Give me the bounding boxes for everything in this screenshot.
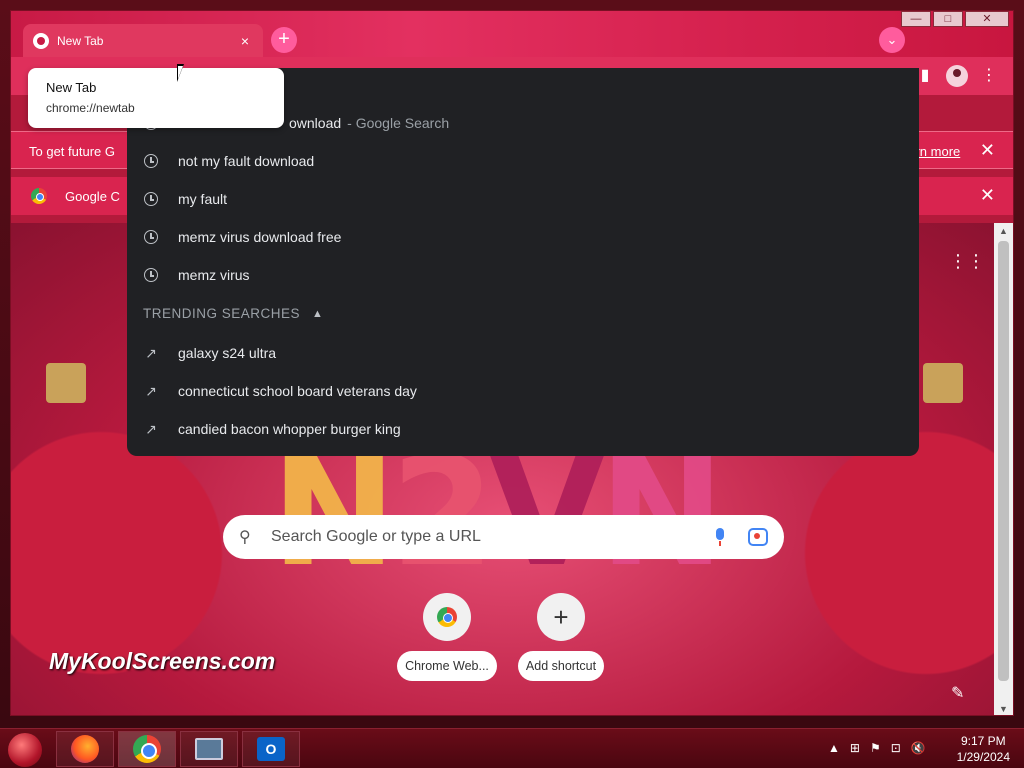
taskbar-chrome[interactable] (118, 731, 176, 767)
suggestion-trending[interactable]: ↗ candied bacon whopper burger king (127, 410, 919, 448)
hovercard-title: New Tab (46, 80, 97, 95)
shortcut-add[interactable]: + Add shortcut (509, 593, 613, 681)
volume-muted-icon[interactable]: 🔇 (911, 741, 926, 755)
taskbar: O ▲ ⊞ ⚑ ⊡ 🔇 9:17 PM 1/29/2024 (0, 728, 1024, 768)
taskbar-outlook[interactable]: O (242, 731, 300, 767)
apps-grid-icon[interactable]: ⋮⋮ (949, 251, 985, 272)
close-window-button[interactable]: ✕ (965, 11, 1009, 27)
page-scrollbar[interactable]: ▲ ▼ (994, 223, 1013, 715)
suggestion-history[interactable]: memz virus download free (127, 218, 919, 256)
keyboard-icon[interactable]: ⊞ (850, 741, 860, 755)
mouse-cursor-icon (177, 64, 184, 82)
chrome-web-store-icon (423, 593, 471, 641)
customize-pencil-icon[interactable]: ✎ (951, 683, 964, 703)
tab-search-button[interactable]: ⌄ (879, 27, 905, 53)
trending-icon: ↗ (145, 420, 157, 437)
start-button[interactable] (8, 733, 42, 767)
scroll-down-icon[interactable]: ▼ (994, 701, 1013, 715)
chrome-icon (33, 32, 49, 49)
clock-icon (144, 154, 158, 168)
microphone-icon[interactable] (710, 527, 730, 547)
chrome-icon (31, 188, 47, 204)
ornament-icon (46, 363, 86, 403)
chrome-icon (133, 735, 161, 763)
infobar-text: To get future G (29, 144, 115, 159)
trending-icon: ↗ (145, 382, 157, 399)
ornament-icon (923, 363, 963, 403)
doodle-logo[interactable]: N2VN (271, 438, 811, 588)
menu-icon[interactable]: ⋮ (978, 65, 1000, 87)
suggestion-history[interactable]: memz virus (127, 256, 919, 294)
taskbar-remote-desktop[interactable] (180, 731, 238, 767)
system-tray: ▲ ⊞ ⚑ ⊡ 🔇 (828, 741, 926, 755)
suggestion-history[interactable]: my fault (127, 180, 919, 218)
suggestion-trending[interactable]: ↗ galaxy s24 ultra (127, 334, 919, 372)
shortcut-chrome-web-store[interactable]: Chrome Web... (395, 593, 499, 681)
tab-strip: New Tab × + ⌄ — □ ✕ (11, 11, 1013, 57)
scroll-up-icon[interactable]: ▲ (994, 223, 1013, 239)
clock-time: 9:17 PM (960, 734, 1006, 748)
watermark: MyKoolScreens.com (49, 648, 276, 674)
infobar-close-icon[interactable]: ✕ (980, 140, 995, 161)
clock-icon (144, 230, 158, 244)
tab-new-tab[interactable]: New Tab × (23, 24, 263, 57)
chevron-up-icon[interactable]: ▲ (312, 308, 323, 320)
search-input[interactable] (271, 528, 710, 546)
suggestion-history[interactable]: not my fault download (127, 142, 919, 180)
search-icon: ⚲ (239, 529, 251, 546)
outlook-icon: O (257, 737, 285, 761)
scrollbar-thumb[interactable] (998, 241, 1009, 681)
action-center-flag-icon[interactable]: ⚑ (870, 741, 881, 755)
minimize-button[interactable]: — (901, 11, 931, 27)
new-tab-button[interactable]: + (271, 27, 297, 53)
tab-title: New Tab (57, 33, 104, 48)
clock-icon (144, 192, 158, 206)
clock-date: 1/29/2024 (956, 750, 1010, 764)
ntp-search-box[interactable]: ⚲ (223, 515, 784, 559)
tab-close-button[interactable]: × (237, 33, 253, 49)
window-controls: — □ ✕ (899, 11, 1009, 27)
firefox-icon (71, 735, 99, 763)
infobar-text: Google C (65, 189, 120, 204)
suggestion-trending[interactable]: ↗ connecticut school board veterans day (127, 372, 919, 410)
infobar-close-icon[interactable]: ✕ (980, 185, 995, 206)
shortcut-label: Chrome Web... (397, 651, 497, 681)
plus-icon: + (537, 593, 585, 641)
profile-icon[interactable] (946, 65, 968, 87)
taskbar-clock[interactable]: 9:17 PM 1/29/2024 (957, 733, 1010, 765)
show-hidden-icons-icon[interactable]: ▲ (828, 741, 840, 755)
maximize-button[interactable]: □ (933, 11, 963, 27)
tab-hover-card: New Tab chrome://newtab (28, 68, 284, 128)
taskbar-firefox[interactable] (56, 731, 114, 767)
clock-icon (144, 268, 158, 282)
google-lens-icon[interactable] (748, 528, 768, 546)
hovercard-url: chrome://newtab (46, 101, 135, 115)
trending-icon: ↗ (145, 344, 157, 361)
shortcut-label: Add shortcut (517, 651, 605, 681)
network-icon[interactable]: ⊡ (891, 741, 901, 755)
chrome-window: New Tab × + ⌄ — □ ✕ ▮ ⋮ To get future G … (10, 10, 1014, 716)
trending-searches-header[interactable]: TRENDING SEARCHES ▲ (143, 306, 323, 321)
remote-desktop-icon (195, 738, 223, 760)
